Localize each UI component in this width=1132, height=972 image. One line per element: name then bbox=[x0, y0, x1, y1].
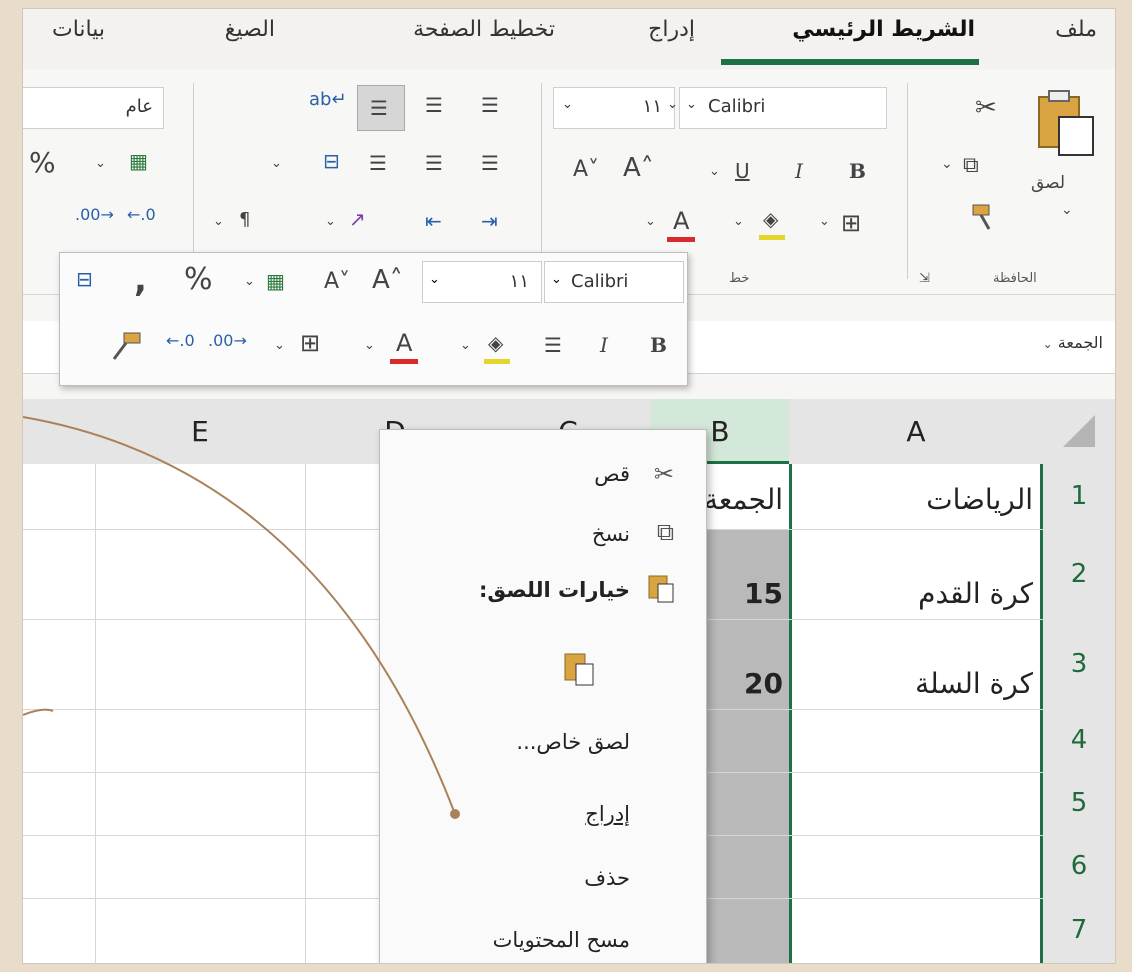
excel-window: ملف الشريط الرئيسي إدراج تخطيط الصفحة ال… bbox=[22, 8, 1116, 964]
callout-lines bbox=[23, 416, 460, 819]
